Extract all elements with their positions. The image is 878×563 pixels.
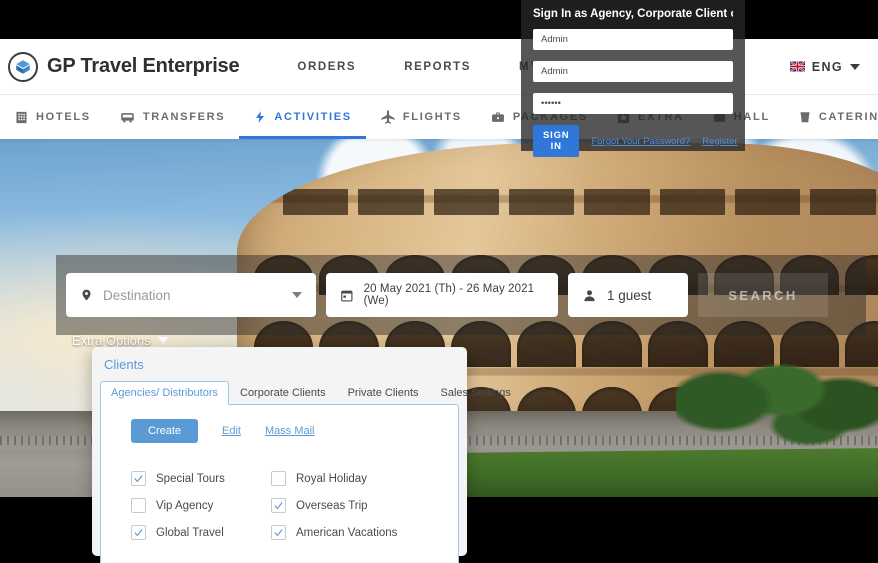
checkbox-box — [271, 498, 286, 513]
tab-agencies-distributors[interactable]: Agencies/ Distributors — [100, 381, 229, 405]
language-label: ENG — [811, 59, 843, 74]
app-root: GP Travel Enterprise ORDERS REPORTS MY C… — [0, 0, 878, 563]
create-button[interactable]: Create — [131, 419, 199, 443]
extra-options-toggle[interactable]: Extra Options — [72, 333, 168, 348]
date-range-input[interactable]: 20 May 2021 (Th) - 26 May 2021 (We) — [326, 273, 558, 317]
edit-link[interactable]: Edit — [222, 425, 241, 437]
plane-icon — [381, 110, 395, 124]
category-nav: HOTELS TRANSFERS ACTIVITIES FLIGHTS HALL… — [0, 95, 878, 139]
checkbox-box — [131, 471, 146, 486]
subnav-label: CATERING — [818, 111, 878, 123]
login-field[interactable] — [533, 61, 733, 82]
signin-actions: SIGN IN Forgot Your Password? Register — [533, 125, 738, 157]
forgot-password-link[interactable]: Forgot Your Password? — [591, 136, 690, 147]
cup-icon — [800, 112, 810, 123]
language-selector[interactable]: ENG — [789, 59, 860, 74]
tab-sales-settings[interactable]: Sales Settings — [430, 381, 522, 405]
destination-placeholder: Destination — [103, 287, 171, 303]
checkbox-vip-agency[interactable]: Vip Agency — [131, 498, 271, 513]
logo[interactable]: GP Travel Enterprise — [0, 51, 240, 82]
location-pin-icon — [82, 289, 91, 301]
clients-checkbox-list: Special Tours Royal Holiday Vip Agency O… — [113, 443, 446, 540]
check-icon — [274, 502, 283, 510]
calendar-icon — [341, 290, 353, 301]
logo-text: GP Travel Enterprise — [47, 55, 240, 77]
signin-button[interactable]: SIGN IN — [533, 125, 580, 157]
clients-actions: Create Edit Mass Mail — [113, 419, 446, 443]
company-field[interactable] — [533, 29, 733, 50]
nav-reports[interactable]: REPORTS — [404, 61, 471, 73]
checkbox-american-vacations[interactable]: American Vacations — [271, 525, 446, 540]
subnav-item-flights[interactable]: FLIGHTS — [366, 95, 476, 139]
checkbox-box — [271, 471, 286, 486]
chevron-down-icon — [850, 63, 860, 70]
checkbox-box — [271, 525, 286, 540]
checkbox-label: Global Travel — [156, 526, 224, 539]
subnav-label: FLIGHTS — [402, 111, 462, 123]
tab-corporate-clients[interactable]: Corporate Clients — [229, 381, 337, 405]
subnav-label: ACTIVITIES — [274, 111, 352, 123]
bolt-icon — [256, 111, 265, 123]
checkbox-overseas-trip[interactable]: Overseas Trip — [271, 498, 446, 513]
check-icon — [274, 529, 283, 537]
clients-panel-title: Clients — [104, 357, 144, 372]
clients-tab-panel: Create Edit Mass Mail Special Tours Roya… — [100, 404, 459, 563]
clients-panel: Clients Agencies/ Distributors Corporate… — [92, 347, 511, 563]
register-link[interactable]: Register — [702, 136, 737, 147]
guests-input[interactable]: 1 guest — [568, 273, 688, 317]
site-header: GP Travel Enterprise ORDERS REPORTS MY C… — [0, 39, 878, 95]
signin-overlay: Sign In as Agency, Corporate Client or S… — [521, 0, 745, 157]
chevron-down-icon — [157, 337, 168, 344]
checkbox-label: Special Tours — [156, 472, 225, 485]
checkbox-label: Royal Holiday — [296, 472, 367, 485]
search-panel: Destination 20 May 2021 (Th) - 26 May 20… — [56, 255, 866, 335]
guests-value: 1 guest — [607, 287, 652, 303]
building-icon — [16, 111, 27, 123]
checkbox-global-travel[interactable]: Global Travel — [131, 525, 271, 540]
bus-icon — [121, 112, 134, 123]
subnav-item-catering[interactable]: CATERING — [784, 95, 878, 139]
check-icon — [134, 475, 143, 483]
signin-title: Sign In as Agency, Corporate Client or S… — [533, 8, 733, 20]
password-field[interactable] — [533, 93, 733, 114]
checkbox-box — [131, 525, 146, 540]
subnav-label: TRANSFERS — [142, 111, 226, 123]
extra-options-label: Extra Options — [72, 333, 151, 348]
uk-flag-icon — [789, 61, 805, 72]
subnav-item-activities[interactable]: ACTIVITIES — [239, 95, 366, 139]
tab-private-clients[interactable]: Private Clients — [337, 381, 430, 405]
checkbox-label: Overseas Trip — [296, 499, 368, 512]
checkbox-label: American Vacations — [296, 526, 398, 539]
checkbox-royal-holiday[interactable]: Royal Holiday — [271, 471, 446, 486]
destination-input[interactable]: Destination — [66, 273, 316, 317]
checkbox-box — [131, 498, 146, 513]
subnav-item-transfers[interactable]: TRANSFERS — [105, 95, 240, 139]
check-icon — [134, 529, 143, 537]
mass-mail-link[interactable]: Mass Mail — [265, 425, 315, 437]
cube-logo-icon — [8, 51, 38, 82]
subnav-item-hotels[interactable]: HOTELS — [0, 95, 105, 139]
trees-right — [676, 357, 878, 449]
person-icon — [584, 289, 595, 301]
clients-tabs: Agencies/ Distributors Corporate Clients… — [100, 380, 511, 405]
chevron-down-icon[interactable] — [292, 292, 302, 298]
checkbox-special-tours[interactable]: Special Tours — [131, 471, 271, 486]
colosseum-upper-windows — [278, 189, 878, 215]
nav-orders[interactable]: ORDERS — [297, 61, 356, 73]
briefcase-icon — [491, 112, 504, 122]
checkbox-label: Vip Agency — [156, 499, 214, 512]
subnav-label: HOTELS — [36, 111, 91, 123]
search-button[interactable]: SEARCH — [698, 273, 828, 317]
date-range-value: 20 May 2021 (Th) - 26 May 2021 (We) — [363, 283, 535, 307]
